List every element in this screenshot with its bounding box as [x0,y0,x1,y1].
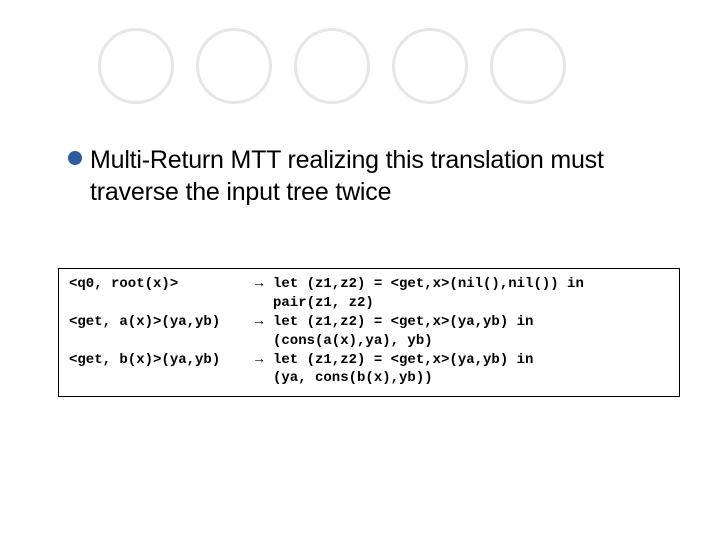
decorative-circle [490,28,566,104]
decorative-circle [392,28,468,104]
code-line: pair(z1, z2) [69,294,669,313]
code-line: <get, b(x)>(ya,yb) → let (z1,z2) = <get,… [69,351,669,370]
code-rhs: pair(z1, z2) [273,294,374,313]
code-line: (ya, cons(b(x),yb)) [69,369,669,388]
bullet-item: Multi-Return MTT realizing this translat… [68,144,660,208]
decorative-circle [98,28,174,104]
decorative-circles-row [0,0,720,104]
decorative-circle [196,28,272,104]
bullet-marker-icon [68,151,82,165]
code-line: (cons(a(x),ya), yb) [69,332,669,351]
decorative-circle [294,28,370,104]
code-lhs: <get, b(x)>(ya,yb) [69,351,255,370]
bullet-text: Multi-Return MTT realizing this translat… [90,144,660,208]
code-box: <q0, root(x)> → let (z1,z2) = <get,x>(ni… [58,268,680,397]
code-line: <get, a(x)>(ya,yb) → let (z1,z2) = <get,… [69,313,669,332]
arrow-icon: → [255,275,273,294]
code-rhs: (ya, cons(b(x),yb)) [273,369,433,388]
code-line: <q0, root(x)> → let (z1,z2) = <get,x>(ni… [69,275,669,294]
code-lhs: <q0, root(x)> [69,275,255,294]
code-rhs: (cons(a(x),ya), yb) [273,332,433,351]
arrow-icon: → [255,351,273,370]
arrow-icon: → [255,313,273,332]
code-rhs: let (z1,z2) = <get,x>(ya,yb) in [273,313,533,332]
content-area: Multi-Return MTT realizing this translat… [0,104,720,208]
code-rhs: let (z1,z2) = <get,x>(nil(),nil()) in [273,275,584,294]
code-lhs: <get, a(x)>(ya,yb) [69,313,255,332]
code-rhs: let (z1,z2) = <get,x>(ya,yb) in [273,351,533,370]
